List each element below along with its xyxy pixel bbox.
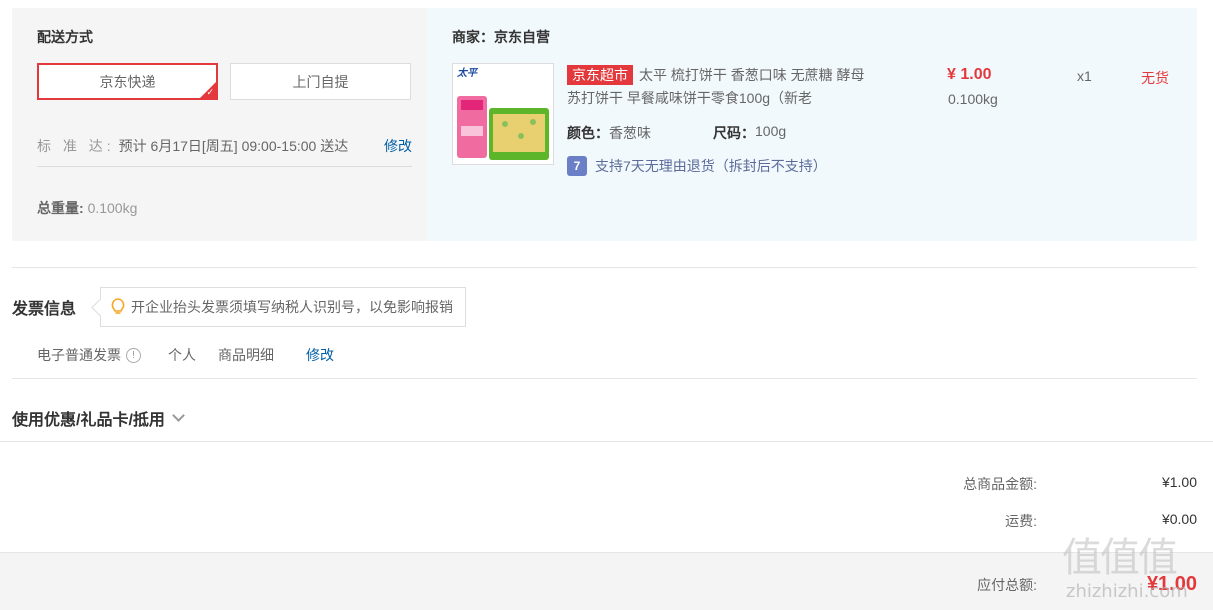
- product-attributes: 颜色： 香葱味 尺码： 100g: [567, 123, 786, 143]
- product-image: 太平: [453, 64, 553, 164]
- invoice-header: 个人: [168, 347, 196, 363]
- seller-name: 商家：京东自营: [452, 29, 550, 45]
- shipping-section-label: 配送方式: [37, 29, 93, 45]
- total-weight: 总重量: 0.100kg: [37, 198, 137, 218]
- product-price: ¥ 1.00: [947, 66, 992, 83]
- product-thumbnail[interactable]: 太平: [452, 63, 554, 165]
- product-weight: 0.100kg: [948, 91, 998, 107]
- eta-row: 标 准 达: 预计 6月17日[周五] 09:00-15:00 送达 修改: [37, 136, 412, 156]
- invoice-type: 电子普通发票: [37, 347, 121, 363]
- product-title[interactable]: 京东超市 太平 梳打饼干 香葱口味 无蔗糖 酵母苏打饼干 早餐咸味饼干零食100g…: [567, 64, 867, 110]
- watermark-logo: 值值值: [1062, 535, 1178, 581]
- divider: [0, 441, 1213, 442]
- goods-total-value: ¥1.00: [1161, 474, 1197, 490]
- freight-label: 运费:: [1005, 513, 1037, 529]
- eta-text: 预计 6月17日[周五] 09:00-15:00 送达: [118, 138, 349, 154]
- size-value: 100g: [755, 123, 787, 139]
- goods-panel: 商家：京东自营 太平 京东超市 太平 梳打饼干 香葱口味 无蔗糖 酵母苏打饼干 早…: [427, 8, 1197, 241]
- invoice-modify-link[interactable]: 修改: [306, 345, 334, 365]
- total-weight-value: 0.100kg: [87, 200, 138, 216]
- invoice-details: 电子普通发票 ! 个人 商品明细 修改: [37, 345, 334, 365]
- stock-status: 无货: [1141, 70, 1169, 86]
- coupon-title: 使用优惠/礼品卡/抵用: [12, 412, 165, 429]
- shipping-panel: 配送方式 京东快递 ✓ 上门自提 标 准 达: 预计 6月17日[周五] 09:…: [12, 8, 427, 241]
- chevron-down-icon: [172, 408, 185, 422]
- return-policy: 7 支持7天无理由退货（拆封后不支持）: [567, 156, 827, 176]
- payable-label: 应付总额:: [977, 576, 1037, 593]
- color-label: 颜色：: [567, 125, 609, 141]
- color-value: 香葱味: [609, 125, 651, 141]
- seven-day-return-icon: 7: [567, 156, 587, 176]
- eta-label: 标 准 达:: [37, 138, 115, 154]
- divider: [12, 267, 1197, 268]
- coupon-toggle[interactable]: 使用优惠/礼品卡/抵用: [12, 406, 185, 430]
- divider: [37, 166, 412, 167]
- watermark-text: zhizhizhi.com: [1066, 581, 1188, 602]
- shipping-option-pickup[interactable]: 上门自提: [230, 63, 411, 100]
- goods-total-label: 总商品金额:: [963, 476, 1037, 492]
- total-weight-label: 总重量:: [37, 200, 84, 216]
- thumb-brand: 太平: [456, 67, 479, 79]
- invoice-content: 商品明细: [218, 347, 274, 363]
- shipping-option-label: 上门自提: [292, 73, 349, 90]
- shipping-option-label: 京东快递: [99, 73, 156, 90]
- jd-supermarket-tag: 京东超市: [567, 65, 633, 85]
- invoice-tip: 开企业抬头发票须填写纳税人识别号，以免影响报销: [100, 287, 466, 327]
- shipping-option-jd-express[interactable]: 京东快递 ✓: [37, 63, 218, 100]
- product-quantity: x1: [1077, 68, 1092, 84]
- lightbulb-icon: [111, 298, 125, 316]
- eta-modify-link[interactable]: 修改: [384, 136, 412, 156]
- info-icon[interactable]: !: [126, 347, 141, 363]
- invoice-title: 发票信息: [12, 301, 77, 318]
- invoice-tip-text: 开企业抬头发票须填写纳税人识别号，以免影响报销: [131, 299, 453, 315]
- goods-total-row: 总商品金额: ¥1.00: [917, 474, 1197, 494]
- check-icon: ✓: [206, 87, 214, 97]
- return-policy-text: 支持7天无理由退货（拆封后不支持）: [595, 158, 827, 174]
- divider: [12, 378, 1197, 379]
- size-label: 尺码：: [713, 125, 755, 141]
